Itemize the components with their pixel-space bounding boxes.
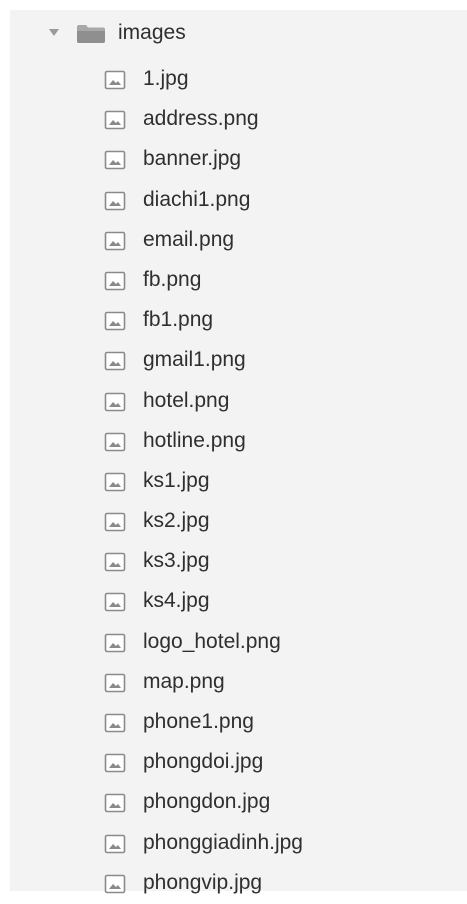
file-label: fb1.png: [143, 308, 214, 332]
caret-down-icon[interactable]: [49, 29, 59, 36]
image-file-icon: [104, 794, 126, 813]
file-item[interactable]: phongvip.jpg: [10, 864, 467, 904]
file-label: 1.jpg: [143, 67, 189, 90]
file-item[interactable]: fb.png: [10, 261, 467, 301]
file-item[interactable]: gmail1.png: [10, 341, 467, 381]
image-file-icon: [104, 834, 126, 853]
file-label: phongdoi.jpg: [143, 750, 264, 774]
file-label: phongdon.jpg: [143, 790, 271, 814]
image-file-icon: [104, 392, 126, 411]
image-file-icon: [104, 633, 126, 652]
file-item[interactable]: ks2.jpg: [10, 502, 467, 542]
file-item[interactable]: fb1.png: [10, 301, 467, 341]
file-label: address.png: [143, 107, 259, 131]
file-label: phongvip.jpg: [143, 870, 263, 894]
file-item[interactable]: phongdoi.jpg: [10, 743, 467, 783]
file-list: 1.jpg address.png banner.jpg diachi1.png ema…: [10, 60, 467, 904]
file-item[interactable]: ks3.jpg: [10, 542, 467, 582]
image-file-icon: [104, 874, 126, 894]
image-file-icon: [104, 472, 126, 492]
file-label: fb.png: [143, 267, 202, 291]
image-file-icon: [104, 593, 126, 612]
file-label: banner.jpg: [143, 147, 242, 171]
file-label: phone1.png: [143, 710, 254, 733]
file-label: ks1.jpg: [143, 468, 210, 492]
image-file-icon: [104, 512, 126, 532]
folder-icon: [77, 25, 105, 43]
file-item[interactable]: 1.jpg: [10, 60, 467, 100]
folder-label: images: [118, 21, 186, 44]
file-explorer-panel: images 1.jpg address.png banner.jpg diachi1…: [10, 10, 467, 894]
file-item[interactable]: email.png: [10, 221, 467, 261]
file-item[interactable]: hotline.png: [10, 422, 467, 462]
image-file-icon: [104, 352, 126, 371]
file-item[interactable]: diachi1.png: [10, 181, 467, 221]
file-item[interactable]: ks1.jpg: [10, 462, 467, 502]
file-label: ks4.jpg: [143, 589, 210, 613]
image-file-icon: [104, 191, 126, 210]
file-label: hotel.png: [143, 388, 230, 412]
file-label: ks2.jpg: [143, 509, 210, 533]
file-label: map.png: [143, 669, 225, 693]
image-file-icon: [104, 713, 126, 733]
image-file-icon: [104, 432, 126, 451]
file-item[interactable]: address.png: [10, 100, 467, 140]
file-item[interactable]: phone1.png: [10, 703, 467, 743]
folder-row-images[interactable]: images: [10, 18, 467, 48]
file-label: diachi1.png: [143, 187, 251, 211]
file-label: logo_hotel.png: [143, 629, 281, 653]
file-label: gmail1.png: [143, 348, 246, 372]
file-item[interactable]: ks4.jpg: [10, 582, 467, 622]
image-file-icon: [104, 151, 126, 170]
file-label: email.png: [143, 227, 235, 251]
image-file-icon: [104, 753, 126, 773]
file-item[interactable]: logo_hotel.png: [10, 623, 467, 663]
file-item[interactable]: hotel.png: [10, 382, 467, 422]
image-file-icon: [104, 673, 126, 693]
file-item[interactable]: map.png: [10, 663, 467, 703]
file-item[interactable]: phongdon.jpg: [10, 783, 467, 823]
file-item[interactable]: banner.jpg: [10, 140, 467, 180]
image-file-icon: [104, 271, 126, 291]
file-label: hotline.png: [143, 428, 246, 452]
image-file-icon: [104, 552, 126, 572]
image-file-icon: [104, 311, 126, 331]
file-label: ks3.jpg: [143, 549, 210, 573]
image-file-icon: [104, 110, 126, 130]
image-file-icon: [104, 70, 126, 90]
file-item[interactable]: phonggiadinh.jpg: [10, 824, 467, 864]
image-file-icon: [104, 231, 126, 251]
file-label: phonggiadinh.jpg: [143, 830, 303, 854]
